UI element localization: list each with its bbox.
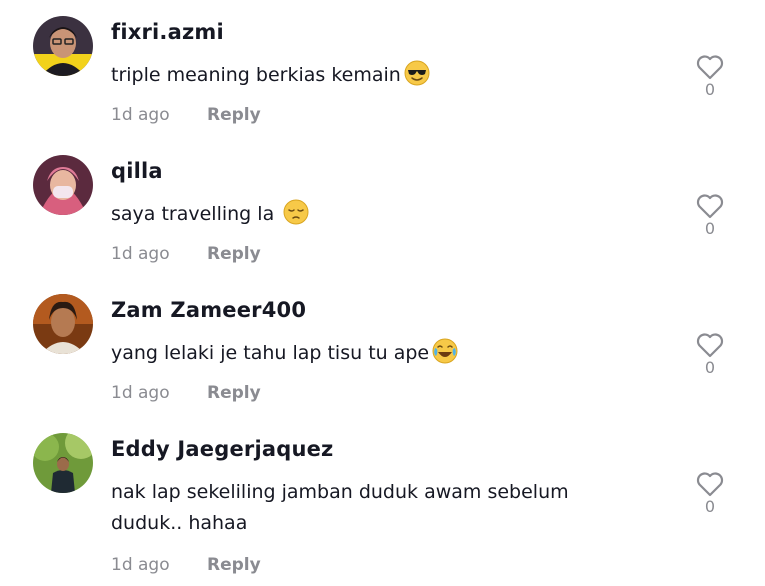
comment-text-line: nak lap sekeliling jamban duduk awam seb… — [111, 481, 569, 503]
sunglasses-emoji — [404, 60, 430, 86]
comment-time: 1d ago — [111, 383, 170, 403]
heart-outline-icon — [696, 194, 724, 219]
comment-text: saya travelling la — [111, 199, 651, 230]
reply-button[interactable]: Reply — [207, 244, 261, 264]
comment-text: triple meaning berkias kemain — [111, 60, 651, 91]
avatar[interactable] — [33, 294, 93, 354]
avatar[interactable] — [33, 16, 93, 76]
like-button[interactable]: 0 — [694, 471, 726, 516]
reply-button[interactable]: Reply — [207, 555, 261, 575]
comment-time: 1d ago — [111, 244, 170, 264]
comment-text-content: yang lelaki je tahu lap tisu tu ape — [111, 342, 430, 364]
like-count: 0 — [704, 219, 716, 238]
comment-meta: 1d ago Reply — [111, 555, 261, 575]
pensive-face-emoji — [283, 199, 309, 225]
comment-username[interactable]: Zam Zameer400 — [111, 298, 306, 322]
like-count: 0 — [704, 358, 716, 377]
avatar[interactable] — [33, 155, 93, 215]
avatar[interactable] — [33, 433, 93, 493]
comment-text-line: duduk.. hahaa — [111, 512, 248, 534]
heart-outline-icon — [696, 472, 724, 497]
comment-text-content: saya travelling la — [111, 203, 281, 225]
comment-meta: 1d ago Reply — [111, 383, 261, 403]
reply-button[interactable]: Reply — [207, 105, 261, 125]
comment-text: nak lap sekeliling jamban duduk awam seb… — [111, 477, 651, 539]
comment-meta: 1d ago Reply — [111, 105, 261, 125]
comment-meta: 1d ago Reply — [111, 244, 261, 264]
tears-of-joy-emoji — [432, 338, 458, 364]
heart-outline-icon — [696, 55, 724, 80]
comment-username[interactable]: Eddy Jaegerjaquez — [111, 437, 334, 461]
like-count: 0 — [704, 80, 716, 99]
comment-username[interactable]: fixri.azmi — [111, 20, 224, 44]
like-count: 0 — [704, 497, 716, 516]
like-button[interactable]: 0 — [694, 332, 726, 377]
like-button[interactable]: 0 — [694, 193, 726, 238]
comment-time: 1d ago — [111, 105, 170, 125]
comment-time: 1d ago — [111, 555, 170, 575]
heart-outline-icon — [696, 333, 724, 358]
comment-text-content: triple meaning berkias kemain — [111, 64, 401, 86]
like-button[interactable]: 0 — [694, 54, 726, 99]
reply-button[interactable]: Reply — [207, 383, 261, 403]
comment-text: yang lelaki je tahu lap tisu tu ape — [111, 338, 651, 369]
comment-username[interactable]: qilla — [111, 159, 163, 183]
